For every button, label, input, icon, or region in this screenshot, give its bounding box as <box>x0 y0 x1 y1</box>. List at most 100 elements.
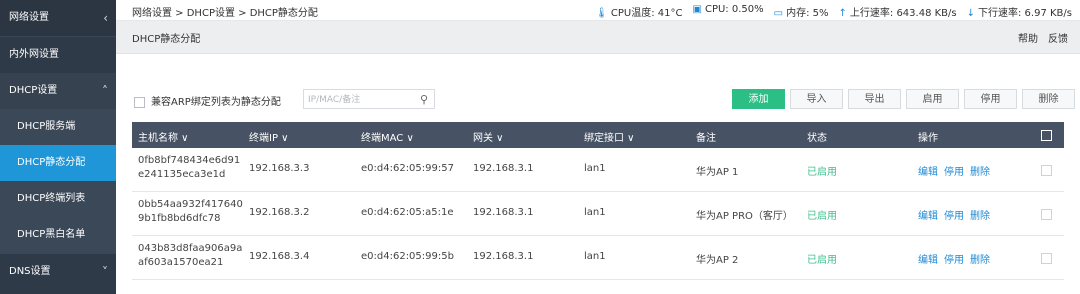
cell-mac: e0:d4:62:05:99:57 <box>361 163 454 174</box>
sidebar-subitem-dhcp-server[interactable]: DHCP服务端 <box>0 109 116 145</box>
sidebar-item-network-settings[interactable]: 网络设置 ‹ <box>0 0 116 36</box>
chevron-left-icon[interactable]: ‹ <box>103 0 108 36</box>
download-value: 下行速率: 6.97 KB/s <box>978 8 1072 19</box>
compat-arp-checkbox[interactable] <box>134 96 145 108</box>
stop-link[interactable]: 停用 <box>944 255 964 266</box>
upload-value: 上行速率: 643.48 KB/s <box>849 8 957 19</box>
action-buttons: 添加 导入 导出 启用 停用 删除 <box>732 89 1075 109</box>
cpu-temp-value: CPU温度: 41°C <box>610 8 683 19</box>
search-icon[interactable]: ⚲ <box>420 93 428 106</box>
col-actions: 操作 <box>918 133 938 144</box>
search-box: ⚲ <box>303 89 435 110</box>
cell-ip: 192.168.3.4 <box>249 251 310 262</box>
chevron-down-icon: ˅ <box>102 265 108 279</box>
row-checkbox[interactable] <box>1041 165 1052 176</box>
sidebar-subitem-dhcp-blacklist[interactable]: DHCP黑白名单 <box>0 217 116 253</box>
toolbar: 兼容ARP绑定列表为静态分配 ⚲ 添加 导入 导出 启用 停用 删除 <box>132 89 1075 110</box>
arrow-down-icon: ↓ <box>966 8 975 19</box>
select-all-checkbox[interactable] <box>1041 130 1052 141</box>
page-title: DHCP静态分配 <box>132 34 201 45</box>
cell-gateway: 192.168.3.1 <box>473 251 534 262</box>
compat-arp-option[interactable]: 兼容ARP绑定列表为静态分配 <box>134 93 281 108</box>
edit-link[interactable]: 编辑 <box>918 167 938 178</box>
memory-value: 内存: 5% <box>786 8 829 19</box>
help-link[interactable]: 帮助 <box>1018 30 1038 45</box>
static-lease-table: 主机名称 ∨ 终端IP ∨ 终端MAC ∨ 网关 ∨ 绑定接口 ∨ 备注 状态 … <box>132 122 1064 280</box>
delete-link[interactable]: 删除 <box>970 167 990 178</box>
add-button[interactable]: 添加 <box>732 89 785 109</box>
cpu-stat: ▣ CPU: 0.50% <box>693 4 764 19</box>
cell-ip: 192.168.3.2 <box>249 207 310 218</box>
cell-gateway: 192.168.3.1 <box>473 163 534 174</box>
cell-actions: 编辑 停用 删除 <box>918 163 996 178</box>
cell-gateway: 192.168.3.1 <box>473 207 534 218</box>
page-header: DHCP静态分配 帮助 反馈 <box>116 21 1080 54</box>
sidebar-item-label: DHCP服务端 <box>17 121 76 132</box>
delete-link[interactable]: 删除 <box>970 211 990 222</box>
cell-mac: e0:d4:62:05:99:5b <box>361 251 454 262</box>
import-button[interactable]: 导入 <box>790 89 843 109</box>
breadcrumb: 网络设置 > DHCP设置 > DHCP静态分配 <box>132 8 318 19</box>
delete-link[interactable]: 删除 <box>970 255 990 266</box>
arrow-up-icon: ↑ <box>838 8 847 19</box>
sidebar-subitem-dhcp-clients[interactable]: DHCP终端列表 <box>0 181 116 217</box>
cell-interface: lan1 <box>584 207 606 218</box>
compat-arp-label: 兼容ARP绑定列表为静态分配 <box>151 97 281 108</box>
download-stat: ↓ 下行速率: 6.97 KB/s <box>967 4 1072 19</box>
cell-hostname: 0fb8bf748434e6d91e241135eca3e1d <box>138 155 241 180</box>
chevron-up-icon: ˄ <box>102 84 108 98</box>
status-badge: 已启用 <box>807 255 837 266</box>
row-checkbox[interactable] <box>1041 253 1052 264</box>
cell-interface: lan1 <box>584 251 606 262</box>
sidebar-item-label: 网络设置 <box>9 12 49 23</box>
col-interface[interactable]: 绑定接口 ∨ <box>584 129 635 144</box>
enable-button[interactable]: 启用 <box>906 89 959 109</box>
cell-hostname: 043b83d8faa906a9aaf603a1570ea21 <box>138 243 243 268</box>
cell-ip: 192.168.3.3 <box>249 163 310 174</box>
sidebar-item-wan-lan[interactable]: 内外网设置 <box>0 36 116 73</box>
disable-button[interactable]: 停用 <box>964 89 1017 109</box>
cell-actions: 编辑 停用 删除 <box>918 251 996 266</box>
col-hostname[interactable]: 主机名称 ∨ <box>138 129 189 144</box>
col-mac[interactable]: 终端MAC ∨ <box>361 129 414 144</box>
cell-actions: 编辑 停用 删除 <box>918 207 996 222</box>
content-panel: 兼容ARP绑定列表为静态分配 ⚲ 添加 导入 导出 启用 停用 删除 主机名称 … <box>116 54 1080 294</box>
col-ip[interactable]: 终端IP ∨ <box>249 129 288 144</box>
col-note: 备注 <box>696 133 716 144</box>
sidebar-item-label: 内外网设置 <box>9 49 59 60</box>
status-bar: 网络设置 > DHCP设置 > DHCP静态分配 🌡 CPU温度: 41°C ▣ C… <box>116 0 1080 21</box>
stop-link[interactable]: 停用 <box>944 211 964 222</box>
table-row: 0bb54aa932f4176409b1fb8bd6dfc78 192.168.… <box>132 192 1064 236</box>
sidebar-item-dns[interactable]: DNS设置 ˅ <box>0 253 116 290</box>
sidebar-item-label: DHCP黑白名单 <box>17 229 86 240</box>
cell-interface: lan1 <box>584 163 606 174</box>
sidebar-item-dhcp[interactable]: DHCP设置 ˄ <box>0 73 116 109</box>
sidebar-item-label: DHCP静态分配 <box>17 157 86 168</box>
status-badge: 已启用 <box>807 167 837 178</box>
col-status: 状态 <box>807 133 827 144</box>
delete-button[interactable]: 删除 <box>1022 89 1075 109</box>
system-status: 🌡 CPU温度: 41°C ▣ CPU: 0.50% ▭ 内存: 5% ↑ 上行速率: … <box>595 4 1072 19</box>
thermometer-icon: 🌡 <box>595 8 608 19</box>
cpu-temp-stat: 🌡 CPU温度: 41°C <box>595 4 682 19</box>
table-row: 043b83d8faa906a9aaf603a1570ea21 192.168.… <box>132 236 1064 280</box>
cell-note: 华为AP 2 <box>696 255 739 266</box>
stop-link[interactable]: 停用 <box>944 167 964 178</box>
edit-link[interactable]: 编辑 <box>918 211 938 222</box>
col-gateway[interactable]: 网关 ∨ <box>473 129 504 144</box>
sidebar-item-label: DNS设置 <box>9 266 51 277</box>
sidebar-subitem-dhcp-static[interactable]: DHCP静态分配 <box>0 145 116 181</box>
cell-note: 华为AP 1 <box>696 167 739 178</box>
cell-note: 华为AP PRO（客厅） <box>696 211 793 222</box>
sidebar: 网络设置 ‹ 内外网设置 DHCP设置 ˄ DHCP服务端 DHCP静态分配 D… <box>0 0 116 294</box>
row-checkbox[interactable] <box>1041 209 1052 220</box>
cell-hostname: 0bb54aa932f4176409b1fb8bd6dfc78 <box>138 199 243 224</box>
table-header: 主机名称 ∨ 终端IP ∨ 终端MAC ∨ 网关 ∨ 绑定接口 ∨ 备注 状态 … <box>132 122 1064 148</box>
status-badge: 已启用 <box>807 211 837 222</box>
memory-stat: ▭ 内存: 5% <box>774 4 829 19</box>
export-button[interactable]: 导出 <box>848 89 901 109</box>
sidebar-item-label: DHCP设置 <box>9 85 58 96</box>
search-input[interactable] <box>304 90 420 110</box>
edit-link[interactable]: 编辑 <box>918 255 938 266</box>
feedback-link[interactable]: 反馈 <box>1048 30 1068 45</box>
